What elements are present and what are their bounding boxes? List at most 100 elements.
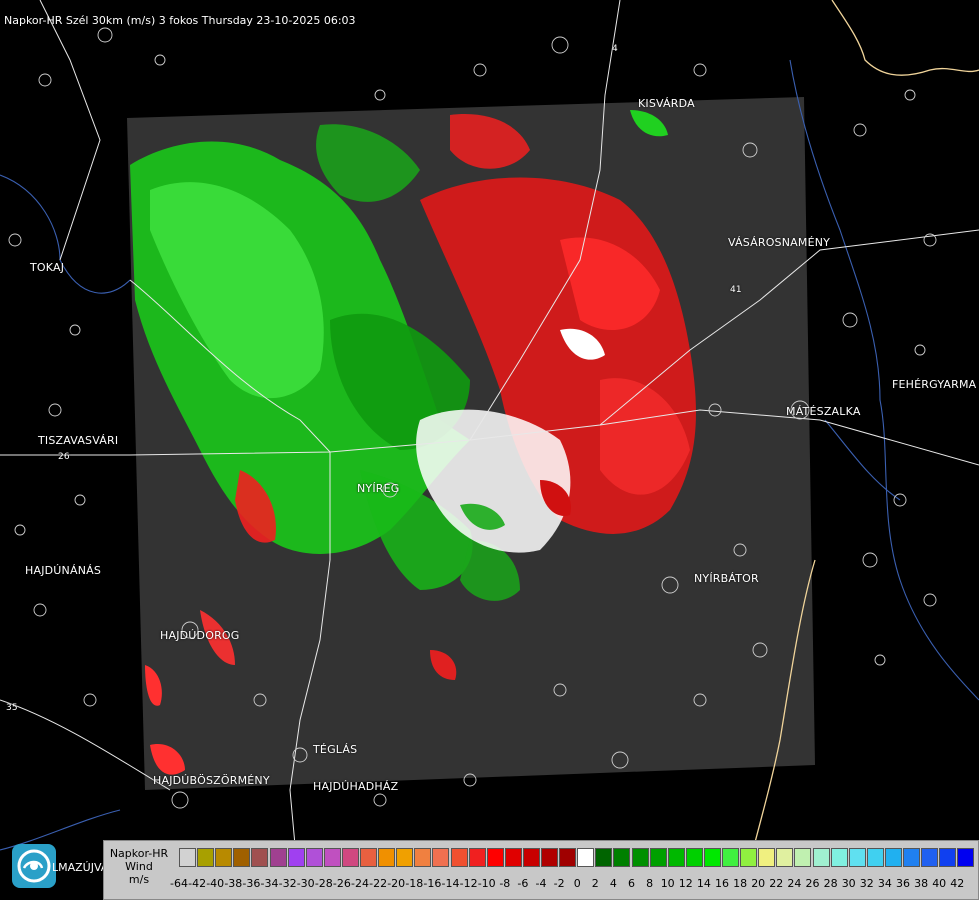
- legend-swatch: [939, 848, 957, 867]
- legend-tick-label: 8: [646, 877, 654, 890]
- legend-swatch: [305, 848, 323, 867]
- legend-tick-label: -38: [224, 877, 243, 890]
- legend-swatch: [703, 848, 721, 867]
- legend-tick-label: -32: [278, 877, 297, 890]
- city-label-teglas: TÉGLÁS: [313, 743, 358, 756]
- legend-swatch: [432, 848, 450, 867]
- legend-swatch: [233, 848, 251, 867]
- legend-tick-label: -14: [441, 877, 460, 890]
- legend-swatch: [921, 848, 939, 867]
- legend-tick-label: -36: [242, 877, 261, 890]
- city-label-kisvarda: KISVÁRDA: [638, 97, 695, 110]
- legend-swatch: [903, 848, 920, 867]
- legend-tick-label: 6: [628, 877, 635, 890]
- legend-tick-label: -16: [423, 877, 442, 890]
- road-number-26: 26: [58, 452, 70, 462]
- color-legend: Napkor-HR Wind m/s -64 -42 -40 -38 -36 -34 -32…: [103, 840, 979, 900]
- legend-tick-label: 14: [696, 877, 711, 890]
- city-label-hajdunanas: HAJDÚNÁNÁS: [25, 564, 102, 577]
- legend-swatch: [685, 848, 703, 867]
- legend-swatch: [323, 848, 341, 867]
- legend-tick-label: -2: [553, 877, 565, 890]
- legend-swatch: [522, 848, 540, 867]
- legend-tick-label: -26: [332, 877, 351, 890]
- legend-tick-label: 2: [591, 877, 599, 890]
- legend-swatch: [740, 848, 758, 867]
- legend-swatch: [414, 848, 432, 867]
- legend-swatch: [758, 848, 776, 867]
- legend-tick-label: -30: [296, 877, 315, 890]
- legend-tick-label: -4: [535, 877, 547, 890]
- legend-title-line1: Napkor-HR: [109, 847, 169, 860]
- legend-tick-label: 38: [914, 877, 929, 890]
- legend-swatch: [341, 848, 359, 867]
- city-label-vasarosnameny: VÁSÁROSNAMÉNY: [728, 236, 831, 249]
- radar-map: [0, 0, 979, 900]
- legend-tick-label: 36: [896, 877, 910, 890]
- city-label-nyiregyhaza: NYÍREG: [357, 482, 400, 495]
- legend-tick-label: -64: [170, 877, 188, 890]
- legend-swatch: [794, 848, 812, 867]
- legend-tick-label: -6: [517, 877, 529, 890]
- legend-tick-label: 20: [751, 877, 766, 890]
- legend-tick-label: 16: [715, 877, 729, 890]
- legend-tick-label: -42: [188, 877, 207, 890]
- legend-swatch: [559, 848, 577, 867]
- road-number-35: 35: [6, 703, 18, 713]
- legend-swatch: [287, 848, 305, 867]
- legend-tick-label: 4: [609, 877, 617, 890]
- legend-swatch: [360, 848, 377, 867]
- legend-swatch: [577, 848, 595, 867]
- legend-swatch: [197, 848, 215, 867]
- city-label-tiszavasvari: TISZAVASVÁRI: [38, 434, 119, 447]
- legend-tick-label: 0: [573, 877, 581, 890]
- legend-swatch: [866, 848, 884, 867]
- legend-tick-label: 34: [877, 877, 892, 890]
- city-label-hajdudorog: HAJDÚDOROG: [160, 629, 240, 642]
- legend-swatch: [179, 848, 196, 867]
- legend-swatch: [504, 848, 522, 867]
- legend-swatch: [215, 848, 233, 867]
- city-label-mateszalka: MÁTÉSZALKA: [786, 405, 861, 418]
- legend-title: Napkor-HR Wind m/s: [108, 847, 170, 886]
- map-title: Napkor-HR Szél 30km (m/s) 3 fokos Thursd…: [4, 14, 356, 27]
- road-number-41: 41: [730, 285, 742, 295]
- legend-tick-label: -12: [459, 877, 478, 890]
- legend-swatch: [613, 848, 631, 867]
- legend-tick-label: 32: [859, 877, 874, 890]
- legend-tick-label: -10: [477, 877, 496, 890]
- legend-swatch: [649, 848, 667, 867]
- legend-tick-label: 24: [787, 877, 802, 890]
- legend-swatch: [722, 848, 739, 867]
- legend-tick-label: 40: [932, 877, 947, 890]
- legend-tick-label: -18: [405, 877, 424, 890]
- legend-swatch: [541, 848, 558, 867]
- road-number-4: 4: [612, 44, 618, 54]
- legend-swatch: [269, 848, 287, 867]
- legend-title-line2: Wind: [125, 860, 153, 873]
- legend-swatch: [631, 848, 649, 867]
- legend-tick-label: -22: [369, 877, 388, 890]
- city-label-fehergyarmat: FEHÉRGYARMA: [892, 378, 977, 391]
- legend-swatch: [378, 848, 396, 867]
- legend-tick-label: 28: [823, 877, 838, 890]
- legend-swatch: [251, 848, 269, 867]
- legend-swatch: [812, 848, 830, 867]
- legend-tick-label: -24: [351, 877, 369, 890]
- legend-tick-label: -28: [314, 877, 333, 890]
- city-label-hajduboszormeny: HAJDÚBÖSZÖRMÉNY: [153, 774, 270, 787]
- legend-tick-label: -20: [387, 877, 406, 890]
- legend-tick-label: 12: [678, 877, 693, 890]
- legend-tick-label: 26: [805, 877, 820, 890]
- legend-tick-label: -40: [206, 877, 225, 890]
- legend-tick-label: -8: [499, 877, 511, 890]
- legend-tick-label: 30: [841, 877, 856, 890]
- legend-swatch: [957, 848, 975, 867]
- legend-swatch: [468, 848, 486, 867]
- legend-swatch: [486, 848, 504, 867]
- legend-title-line3: m/s: [128, 873, 150, 886]
- legend-swatch: [450, 848, 468, 867]
- city-label-nyirbator: NYÍRBÁTOR: [694, 572, 759, 585]
- legend-swatch: [884, 848, 902, 867]
- city-label-tokaj: TOKAJ: [30, 261, 65, 274]
